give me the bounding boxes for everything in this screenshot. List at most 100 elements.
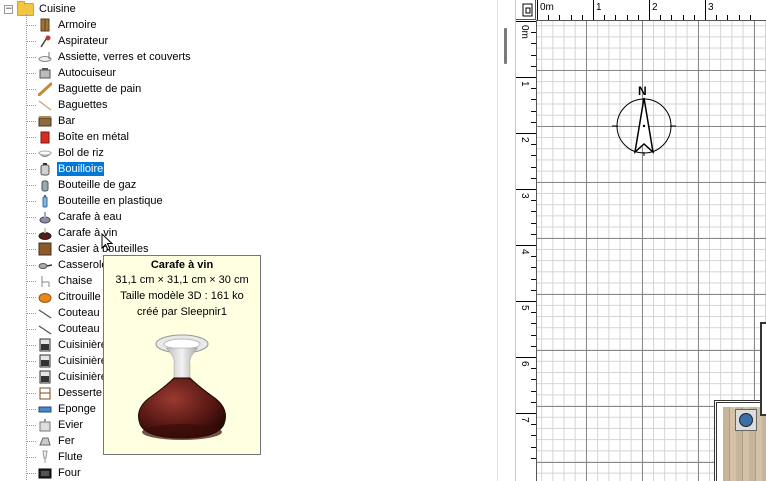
ruler-minor-tick [531,155,536,157]
tree-item-label: Cuisinière [58,371,107,383]
wall-segment[interactable] [760,322,766,416]
tooltip-title: Carafe à vin [150,259,214,271]
tree-item[interactable]: Bouilloire [26,161,105,177]
tree-item-label: Armoire [58,19,97,31]
ruler-minor-tick [531,424,536,426]
tin-box-icon [38,130,52,144]
ruler-minor-tick [531,177,536,179]
ruler-tick [649,0,650,20]
tree-item[interactable]: Casserole [26,257,109,273]
ruler-label: 1 [596,2,602,13]
tree-item[interactable]: Aspirateur [26,33,109,49]
ruler-label: 3 [708,2,714,13]
tooltip-dimensions: 31,1 cm × 31,1 cm × 30 cm [115,274,249,286]
rice-bowl-icon [38,146,52,160]
ruler-label: 2 [519,137,530,143]
tree-item[interactable]: Bouteille de gaz [26,177,137,193]
tree-item[interactable]: Cuisinière [26,353,108,369]
tree-item-label: Fer [58,435,75,447]
tooltip-author: créé par Sleepnir1 [137,306,227,318]
tree-item[interactable]: Carafe à eau [26,209,123,225]
ruler-minor-tick [531,43,536,45]
tree-item[interactable]: Cuisinière [26,369,108,385]
ruler-minor-tick [660,15,662,20]
ruler-label: 6 [519,361,530,367]
ruler-minor-tick [531,457,536,459]
tree-item[interactable]: Chaise [26,273,93,289]
tree-item[interactable]: Boîte en métal [26,129,130,145]
tree-connector [26,200,36,202]
tree-connector [26,264,36,266]
tree-category-cuisine[interactable]: − Cuisine [4,0,76,17]
tree-item[interactable]: Autocuiseur [26,65,117,81]
tree-connector [26,472,36,474]
tree-item[interactable]: Evier [26,417,84,433]
ruler-label: 7 [519,417,530,423]
tree-item[interactable]: Citrouille [26,289,102,305]
ruler-label: 0m [540,2,554,13]
tree-connector [26,440,36,442]
splitter-grip[interactable] [504,28,507,64]
tree-item[interactable]: Bol de riz [26,145,105,161]
wine-carafe-icon [38,226,52,240]
ruler-minor-tick [531,99,536,101]
ruler-minor-tick [531,233,536,235]
bottle-rack-icon [38,242,52,256]
ruler-minor-tick [531,32,536,34]
panel-splitter[interactable] [497,0,516,481]
ruler-minor-tick [531,144,536,146]
collapse-icon[interactable]: − [4,4,13,14]
tree-connector [26,344,36,346]
tree-item[interactable]: Desserte [26,385,103,401]
tree-item[interactable]: Couteau [26,321,101,337]
room-walls[interactable] [714,400,766,481]
tree-item[interactable]: Armoire [26,17,98,33]
sponge-icon [38,402,52,416]
knife-icon [38,322,52,336]
ruler-minor-tick [531,54,536,56]
tree-item[interactable]: Bar [26,113,76,129]
tree-item-label: Flute [58,451,83,463]
tree-item[interactable]: Couteau [26,305,101,321]
mouse-cursor-icon [101,233,114,251]
ruler-minor-tick [749,15,751,20]
stove-icon [38,370,52,384]
tree-connector [26,184,36,186]
ruler-minor-tick [531,323,536,325]
tree-connector [26,152,36,154]
tree-item-label: Carafe à eau [58,211,122,223]
tree-item[interactable]: Baguette de pain [26,81,142,97]
trolley-icon [38,386,52,400]
tree-connector [26,392,36,394]
category-label: Cuisine [39,3,76,15]
tree-item-label: Four [58,467,81,479]
ruler-minor-tick [531,312,536,314]
tree-item-label: Assiette, verres et couverts [58,51,191,63]
tree-item[interactable]: Four [26,465,82,481]
tree-item[interactable]: Eponge [26,401,97,417]
tree-item-label: Evier [58,419,84,431]
ruler-minor-tick [531,110,536,112]
tree-connector [26,24,36,26]
tree-item[interactable]: Baguettes [26,97,109,113]
tree-item[interactable]: Bouteille en plastique [26,193,164,209]
tree-item[interactable]: Fer [26,433,76,449]
appliance-icon[interactable] [735,409,757,431]
saucepan-icon [38,258,52,272]
ruler-tick [516,357,536,358]
tree-connector [26,456,36,458]
tree-item[interactable]: Flute [26,449,83,465]
plan-view[interactable]: 0m 1 2 3 0m 1 2 3 4 5 6 7 N [516,0,766,481]
ruler-minor-tick [531,345,536,347]
ruler-tick [705,0,706,20]
tree-item[interactable]: Cuisinière [26,337,108,353]
tree-item-label: Couteau [58,307,100,319]
ruler-tick [516,21,536,22]
tree-item-label: Bouteille de gaz [58,179,137,191]
ruler-minor-tick [531,166,536,168]
tree-connector [26,40,36,42]
ruler-corner [516,0,536,20]
iron-icon [38,434,52,448]
tree-connector [26,168,36,170]
tree-item[interactable]: Assiette, verres et couverts [26,49,192,65]
